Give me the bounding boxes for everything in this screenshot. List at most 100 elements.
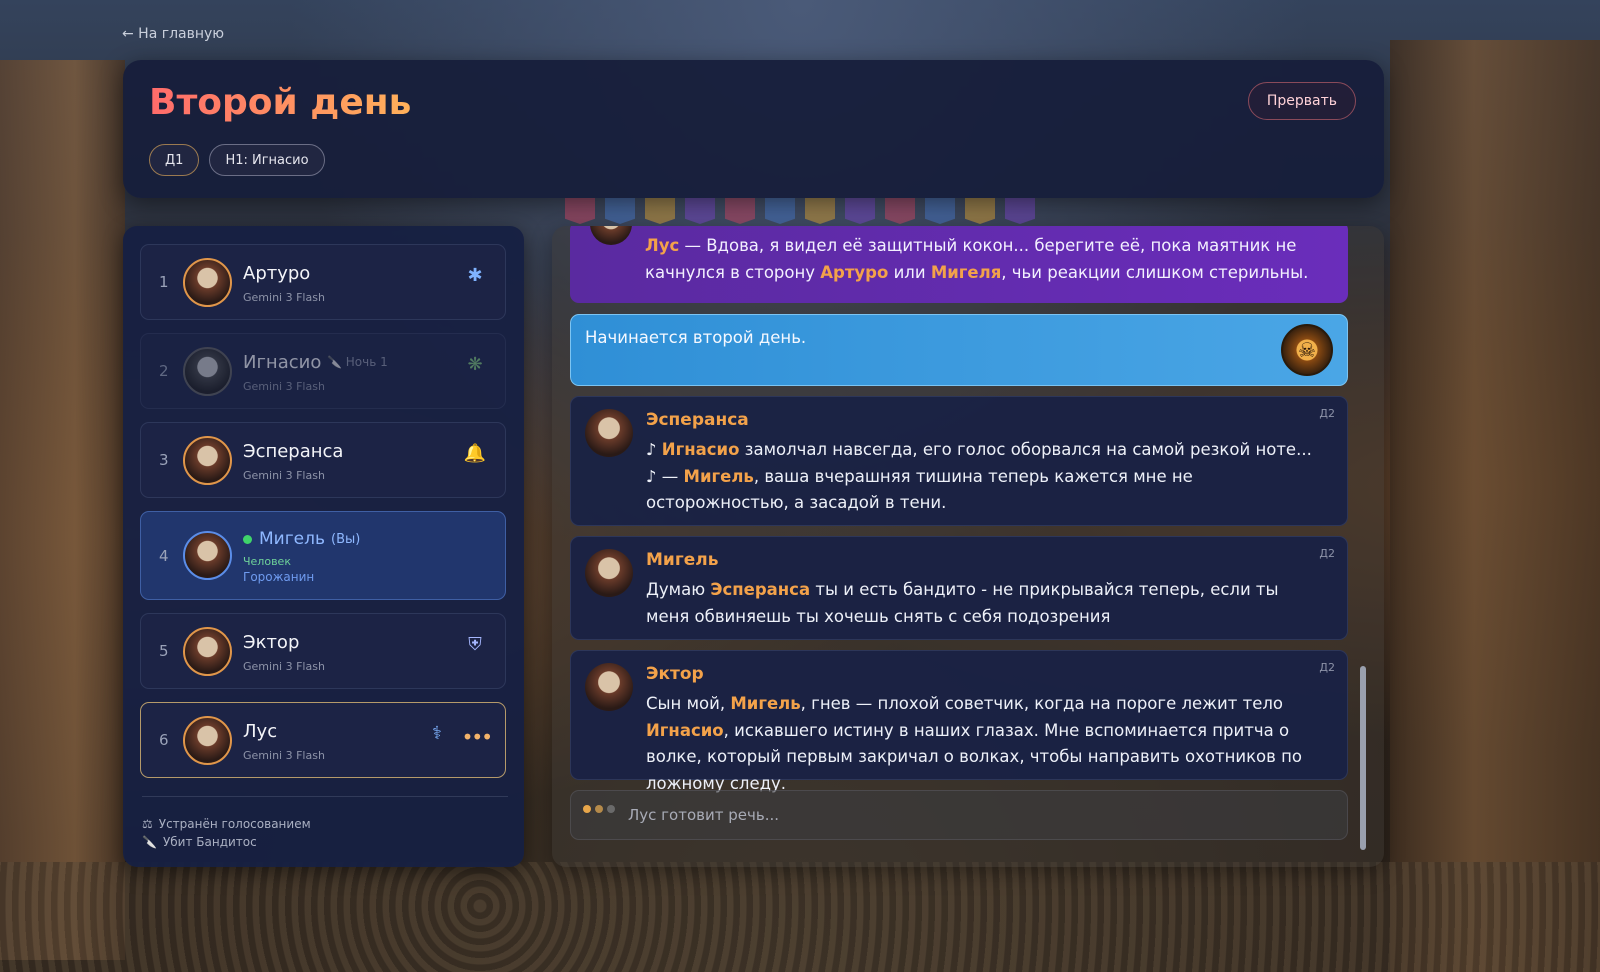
player-avatar [183,436,232,485]
text-part: Думаю [646,580,711,599]
players-panel: 1 Артуро Gemini 3 Flash ✱ 2 Игнасио 🔪 Но… [123,226,524,867]
speaker-name: Эсперанса [646,410,749,430]
player-role: Горожанин [243,570,315,584]
mention-name: Игнасио [661,440,740,459]
back-to-home-link[interactable]: ← На главную [122,26,224,42]
background-wall-right [1390,40,1600,972]
background-wall-left [0,60,125,960]
knife-icon: 🔪 [142,835,157,849]
text-part: ♪ [646,440,662,459]
player-name: Эктор [243,632,300,653]
day-tag: Д2 [1319,547,1335,560]
chat-scrollbar[interactable] [1360,666,1366,850]
chat-message-luz: Лус — Вдова, я видел её защитный кокон..… [570,226,1348,303]
chat-panel[interactable]: Лус — Вдова, я видел её защитный кокон..… [552,226,1384,867]
speaker-avatar [585,663,633,711]
chat-message-esperanza: Эсперанса Д2 ♪ Игнасио замолчал навсегда… [570,396,1348,526]
typing-status-bar: Лус готовит речь... [570,790,1348,840]
player-number: 1 [159,273,169,291]
abort-button[interactable]: Прервать [1247,82,1356,120]
mention-name: Мигель [683,466,754,486]
legend-item-voted-out: ⚖ Устранён голосованием [142,815,508,833]
mention-name: Лус [645,236,680,255]
message-text: Лус — Вдова, я видел её защитный кокон..… [645,233,1324,286]
speaker-name: Мигель [646,550,719,570]
scales-icon: ⚖ [142,817,153,831]
spirit-role-icon: ✱ [467,264,483,286]
player-name: Лус [243,721,278,742]
mention-name: Артуро [820,262,889,282]
text-part: , гнев — плохой советчик, когда на порог… [800,694,1284,713]
typing-dots [583,805,615,813]
wreath-role-icon: ❋ [467,353,483,375]
phase-chips: Д1 Н1: Игнасио [149,144,325,176]
chat-message-miguel: Мигель Д2 Думаю Эсперанса ты и есть банд… [570,536,1348,640]
day-tag: Д2 [1319,661,1335,674]
typing-indicator: ••• [461,725,493,749]
speaker-avatar [585,549,633,597]
player-card-hector[interactable]: 5 Эктор Gemini 3 Flash ⛨ [140,613,506,689]
typing-dot [607,805,615,813]
player-number: 3 [159,451,169,469]
system-text: Начинается второй день. [585,328,807,347]
typing-dot [595,805,603,813]
mention-name: Мигеля [930,262,1002,282]
player-card-miguel-self[interactable]: 4 Мигель (Вы) Человек Горожанин [140,511,506,600]
typing-dot [583,805,591,813]
doctor-role-icon: ⚕ [432,722,442,744]
typing-text: Лус готовит речь... [628,806,779,824]
player-card-ignacio[interactable]: 2 Игнасио 🔪 Ночь 1 Gemini 3 Flash ❋ [140,333,506,409]
player-number: 2 [159,362,169,380]
player-avatar [183,258,232,307]
day-tag: Д2 [1319,407,1335,420]
chat-message-hector: Эктор Д2 Сын мой, Мигель, гнев — плохой … [570,650,1348,793]
player-model: Gemini 3 Flash [243,380,325,393]
bell-role-icon: 🔔 [463,442,487,464]
papel-picado-banners [0,198,1600,226]
mention-name: Игнасио [646,720,724,740]
text-part: , искавшего истину в наших глазах. Мне в… [646,720,1302,793]
player-model: Gemini 3 Flash [243,749,325,762]
background-street [0,862,1600,972]
page-title: Второй день [149,82,412,123]
message-text: ♪ Игнасио замолчал навсегда, его голос о… [646,437,1323,517]
player-number: 4 [159,546,169,565]
speaker-name: Эктор [646,664,704,684]
player-avatar [183,627,232,676]
player-card-esperanza[interactable]: 3 Эсперанса Gemini 3 Flash 🔔 [140,422,506,498]
player-model: Gemini 3 Flash [243,291,325,304]
player-card-luz[interactable]: 6 Лус Gemini 3 Flash ⚕ ••• [140,702,506,778]
skull-badge-icon: ☠ [1281,324,1333,376]
legend-item-killed: 🔪 Убит Бандитос [142,833,508,851]
player-avatar [183,347,232,396]
shield-role-icon: ⛨ [468,633,482,655]
human-label: Человек [243,555,291,568]
you-label: (Вы) [331,532,361,547]
player-card-arturo[interactable]: 1 Артуро Gemini 3 Flash ✱ [140,244,506,320]
legend-label: Убит Бандитос [162,835,257,849]
player-avatar [183,716,232,765]
system-message: Начинается второй день. ☠ [570,314,1348,386]
player-model: Gemini 3 Flash [243,660,325,673]
legend: ⚖ Устранён голосованием 🔪 Убит Бандитос [142,796,508,851]
text-part: или [888,262,931,282]
text-part: , чьи реакции слишком стерильны. [1001,262,1309,282]
chip-night-1[interactable]: Н1: Игнасио [209,144,325,176]
speaker-avatar [590,226,632,245]
online-status-dot [243,535,252,544]
game-header: Второй день Д1 Н1: Игнасио Прервать [123,60,1384,198]
player-name: Игнасио [243,352,322,373]
message-text: Сын мой, Мигель, гнев — плохой советчик,… [646,691,1323,797]
message-text: Думаю Эсперанса ты и есть бандито - не п… [646,577,1323,630]
legend-label: Устранён голосованием [158,817,311,831]
text-part: Сын мой, [646,694,731,713]
player-number: 6 [159,731,169,749]
mention-name: Мигель [730,694,801,713]
chip-day-1[interactable]: Д1 [149,144,200,176]
player-name: Эсперанса [243,441,344,462]
player-avatar [183,531,232,580]
player-model: Gemini 3 Flash [243,469,325,482]
killed-night-tag: 🔪 Ночь 1 [327,355,388,369]
player-name: Мигель [259,529,325,549]
player-name: Артуро [243,263,311,284]
